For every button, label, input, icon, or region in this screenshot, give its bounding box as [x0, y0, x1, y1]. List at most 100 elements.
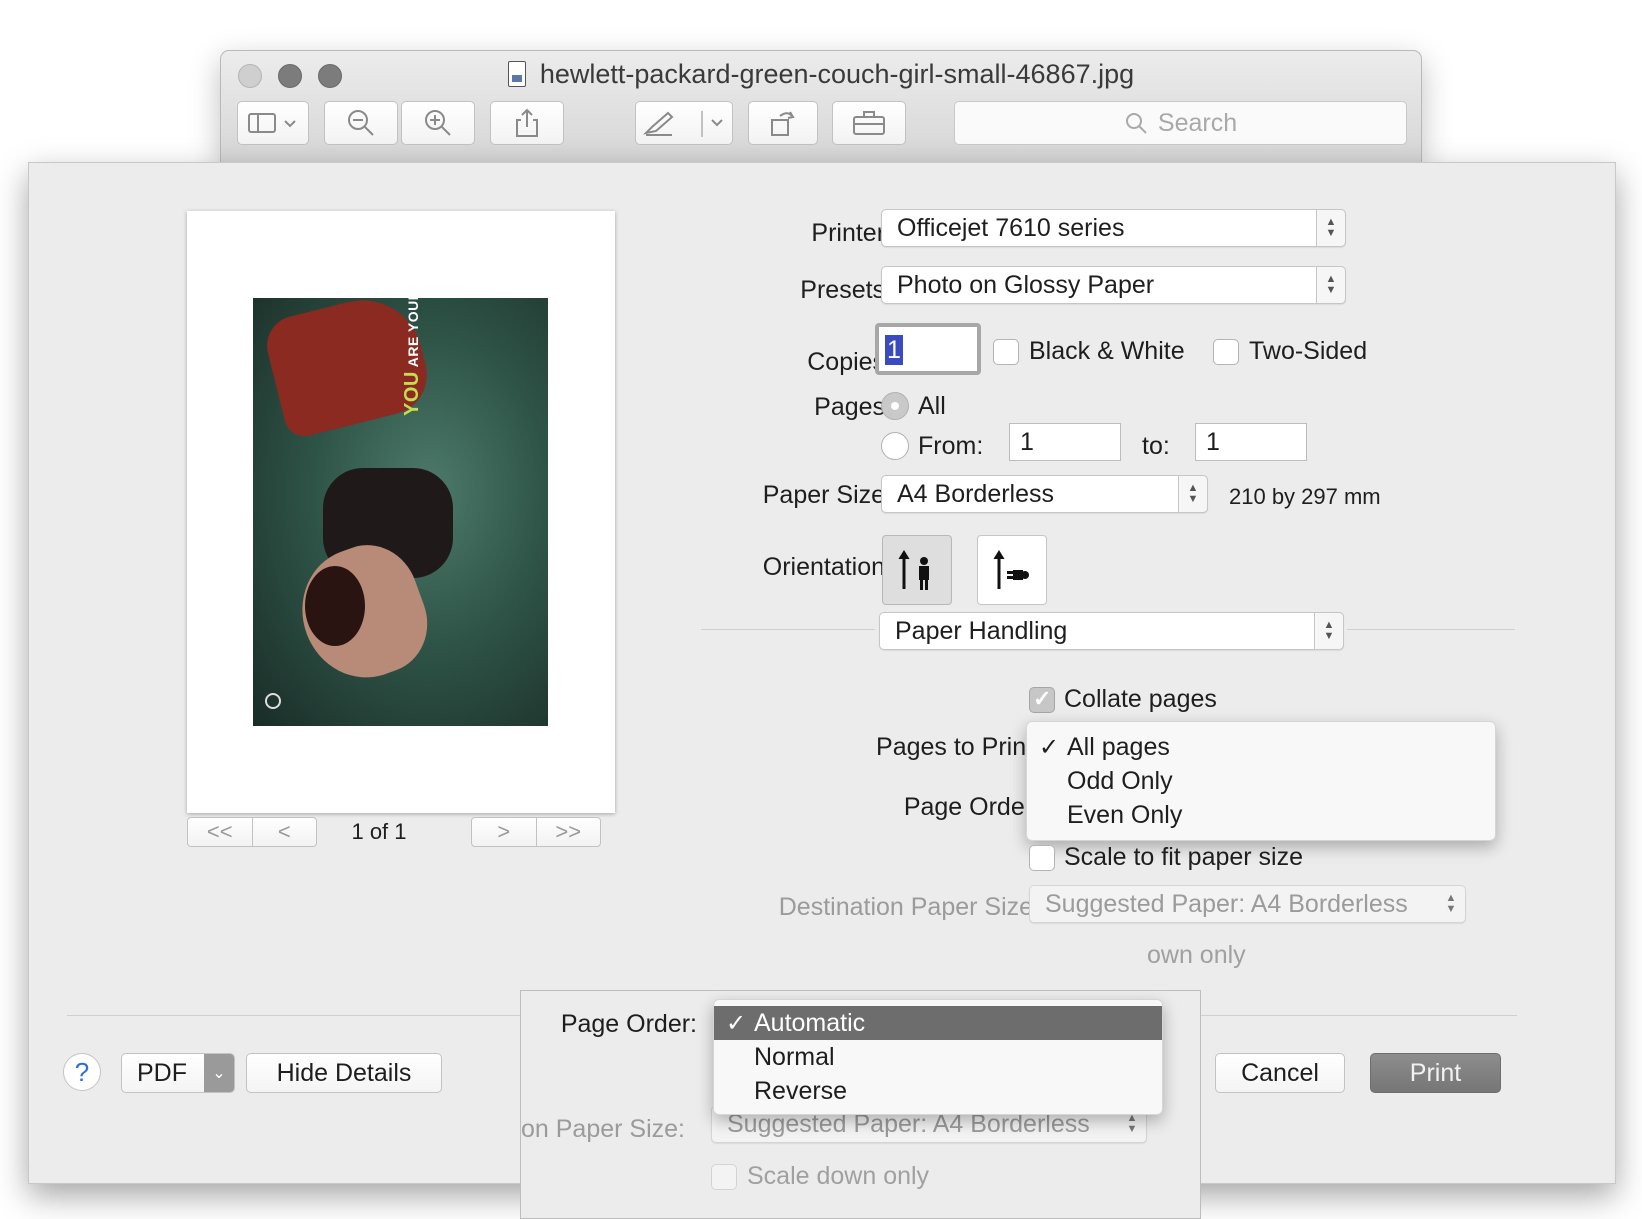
scale-down-partial-label: own only — [1147, 941, 1246, 969]
sidebar-toggle-button[interactable] — [237, 101, 309, 145]
search-placeholder: Search — [1157, 108, 1238, 137]
cancel-button[interactable]: Cancel — [1215, 1053, 1345, 1093]
page-count: 1 of 1 — [351, 819, 407, 844]
menu-item-reverse[interactable]: Reverse — [714, 1074, 1162, 1108]
pages-to-print-label: Pages to Print: — [876, 733, 1040, 761]
rotate-button[interactable] — [748, 101, 818, 145]
share-button[interactable] — [490, 101, 564, 145]
sidebar-icon — [248, 113, 296, 133]
image-file-icon — [507, 61, 526, 87]
search-icon — [1125, 113, 1147, 134]
menu-item-normal[interactable]: Normal — [714, 1040, 1162, 1074]
landscape-icon — [993, 550, 1029, 589]
zoom-in-button[interactable] — [401, 101, 475, 145]
rotate-icon — [771, 111, 795, 136]
pages-all-label: All — [918, 392, 946, 420]
black-white-checkbox[interactable] — [993, 339, 1019, 365]
pages-to-field[interactable]: 1 — [1195, 423, 1307, 461]
menu-item-automatic[interactable]: ✓ Automatic — [714, 1006, 1162, 1040]
hide-details-button[interactable]: Hide Details — [246, 1053, 442, 1093]
checkmark-icon: ✓ — [1039, 733, 1060, 761]
toolbox-icon — [853, 111, 885, 135]
preview-window: hewlett-packard-green-couch-girl-small-4… — [220, 50, 1422, 162]
overlay-scale-down-checkbox[interactable] — [711, 1164, 737, 1190]
markup-button[interactable] — [635, 101, 733, 145]
pages-all-radio[interactable] — [881, 392, 909, 420]
printer-value: Officejet 7610 series — [897, 213, 1125, 242]
settings-section-popup[interactable]: Paper Handling ▲ ▼ — [879, 612, 1344, 650]
hp-logo-icon — [265, 693, 281, 709]
menu-item-odd-only[interactable]: Odd Only — [1027, 764, 1495, 798]
paper-size-dimensions: 210 by 297 mm — [1229, 484, 1381, 509]
scale-to-fit-checkbox[interactable] — [1029, 845, 1055, 871]
presets-label: Presets: — [800, 276, 892, 304]
checkmark-icon: ✓ — [726, 1009, 747, 1037]
section-separator-left — [701, 629, 875, 630]
landscape-orientation-button[interactable] — [977, 535, 1047, 605]
presets-value: Photo on Glossy Paper — [897, 270, 1155, 299]
pdf-label: PDF — [137, 1058, 187, 1087]
popup-arrows-icon: ▲ ▼ — [1445, 892, 1457, 915]
paper-size-label: Paper Size: — [762, 481, 892, 509]
presets-popup[interactable]: Photo on Glossy Paper ▲ ▼ — [881, 266, 1346, 304]
previous-page-button[interactable]: < — [251, 818, 317, 846]
popup-arrows-icon: ▲ ▼ — [1316, 266, 1346, 304]
copies-field[interactable]: 1 — [875, 323, 981, 375]
pages-to-print-menu[interactable]: ✓ All pages Odd Only Even Only — [1026, 721, 1496, 841]
overlay-destination-paper-label: on Paper Size: — [521, 1115, 685, 1143]
collate-pages-checkbox[interactable] — [1029, 686, 1055, 713]
collate-pages-label: Collate pages — [1064, 685, 1217, 713]
paper-size-value: A4 Borderless — [897, 479, 1055, 508]
printer-label: Printer: — [811, 219, 892, 247]
paper-size-popup[interactable]: A4 Borderless ▲ ▼ — [881, 475, 1208, 513]
menu-item-even-only[interactable]: Even Only — [1027, 798, 1495, 832]
destination-paper-size-popup[interactable]: Suggested Paper: A4 Borderless ▲ ▼ — [1029, 885, 1466, 923]
window-title: hewlett-packard-green-couch-girl-small-4… — [221, 59, 1421, 90]
page-order-menu[interactable]: ✓ Automatic Normal Reverse — [713, 999, 1163, 1115]
help-button[interactable]: ? — [63, 1053, 101, 1091]
print-preview-page: YOU ARE YOUR PLAYLIST. — [187, 211, 615, 813]
pen-icon — [642, 111, 723, 137]
pages-from-label: From: — [918, 432, 984, 460]
menu-item-all-pages[interactable]: ✓ All pages — [1027, 730, 1495, 764]
zoom-in-icon — [425, 110, 451, 136]
search-field[interactable]: Search — [954, 101, 1407, 145]
black-white-label: Black & White — [1029, 337, 1185, 365]
portrait-orientation-button[interactable] — [882, 535, 952, 605]
photo-tagline: YOU ARE YOUR PLAYLIST. — [401, 298, 423, 416]
two-sided-label: Two-Sided — [1249, 337, 1368, 365]
page-order-overlay-panel: Page Order: on Paper Size: Suggested Pap… — [520, 990, 1201, 1219]
scale-to-fit-label: Scale to fit paper size — [1064, 843, 1304, 871]
pages-from-field[interactable]: 1 — [1009, 423, 1121, 461]
destination-paper-size-label: Destination Paper Size: — [778, 893, 1040, 921]
toolbox-button[interactable] — [832, 101, 906, 145]
preview-back-pager: << < — [187, 817, 317, 847]
destination-paper-size-value: Suggested Paper: A4 Borderless — [1045, 889, 1408, 918]
window-title-text: hewlett-packard-green-couch-girl-small-4… — [539, 59, 1135, 89]
pages-from-radio[interactable] — [881, 432, 909, 460]
last-page-button[interactable]: >> — [535, 818, 601, 846]
zoom-out-button[interactable] — [324, 101, 398, 145]
pages-to-label: to: — [1142, 432, 1170, 460]
print-button[interactable]: Print — [1370, 1053, 1501, 1093]
printer-popup[interactable]: Officejet 7610 series ▲ ▼ — [881, 209, 1346, 247]
pages-from-value: 1 — [1020, 427, 1034, 456]
popup-arrows-icon: ▲ ▼ — [1316, 209, 1346, 247]
page-order-label: Page Order: — [903, 793, 1040, 821]
section-separator-right — [1347, 629, 1515, 630]
preview-photo: YOU ARE YOUR PLAYLIST. — [253, 298, 548, 726]
popup-arrows-icon: ▲ ▼ — [1314, 612, 1344, 650]
copies-value: 1 — [885, 335, 903, 365]
two-sided-checkbox[interactable] — [1213, 339, 1239, 365]
section-value: Paper Handling — [895, 616, 1068, 645]
preview-forward-pager: > >> — [471, 817, 601, 847]
portrait-icon — [898, 550, 929, 590]
pdf-menu-button[interactable]: PDF ⌄ — [121, 1053, 235, 1093]
chevron-down-icon: ⌄ — [204, 1054, 234, 1092]
next-page-button[interactable]: > — [472, 818, 536, 846]
popup-arrows-icon: ▲ ▼ — [1178, 475, 1208, 513]
zoom-out-icon — [348, 110, 374, 136]
first-page-button[interactable]: << — [188, 818, 252, 846]
overlay-page-order-label: Page Order: — [560, 1010, 697, 1038]
pages-to-value: 1 — [1206, 427, 1220, 456]
